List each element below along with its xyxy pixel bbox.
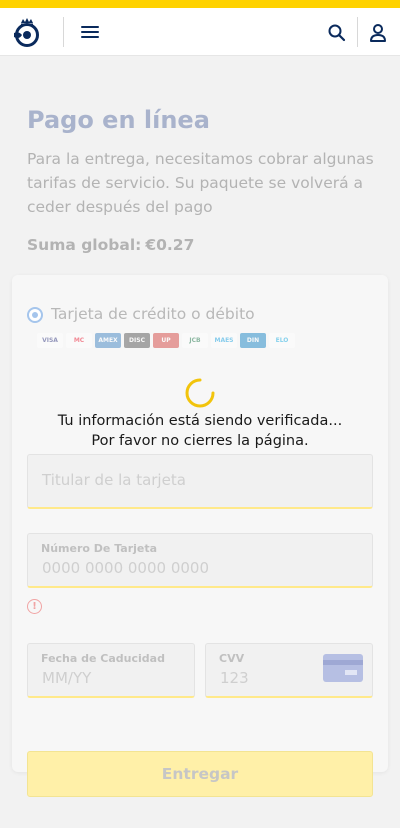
menu-button[interactable] (78, 22, 102, 42)
unionpay-logo-icon: UP (153, 333, 179, 348)
card-brands: VISA MC AMEX DISC UP JCB MAES DIN ELO (37, 333, 295, 348)
expiry-field[interactable]: Fecha de Caducidad MM/YY (27, 643, 195, 698)
discover-logo-icon: DISC (124, 333, 150, 348)
expiry-label: Fecha de Caducidad (41, 652, 165, 665)
verification-message: Tu información está siendo verificada...… (0, 411, 400, 451)
total-label: Suma global: (27, 236, 142, 254)
cardholder-field[interactable]: Titular de la tarjeta (27, 454, 373, 509)
maestro-logo-icon: MAES (211, 333, 237, 348)
cardholder-placeholder: Titular de la tarjeta (42, 471, 186, 489)
cvv-card-icon (323, 654, 363, 682)
verification-message-line2: Por favor no cierres la página. (91, 433, 309, 449)
cvv-label: CVV (219, 652, 245, 665)
loading-spinner-icon (185, 378, 215, 408)
error-icon: ! (27, 599, 42, 614)
page-description: Para la entrega, necesitamos cobrar algu… (27, 150, 374, 216)
header-divider (63, 17, 64, 47)
search-icon[interactable] (326, 22, 348, 44)
payment-form: Tarjeta de crédito o débito VISA MC AMEX… (12, 275, 388, 797)
submit-button[interactable]: Entregar (27, 751, 373, 797)
top-accent-bar (0, 0, 400, 8)
site-header (0, 8, 400, 56)
cvv-placeholder: 123 (220, 669, 249, 687)
card-number-field[interactable]: Número De Tarjeta 0000 0000 0000 0000 (27, 533, 373, 588)
payment-method-radio[interactable] (27, 307, 43, 323)
total-value: €0.27 (145, 236, 195, 254)
amex-logo-icon: AMEX (95, 333, 121, 348)
card-number-placeholder: 0000 0000 0000 0000 (42, 559, 209, 577)
jcb-logo-icon: JCB (182, 333, 208, 348)
cvv-field[interactable]: CVV 123 (205, 643, 373, 698)
diners-logo-icon: DIN (240, 333, 266, 348)
verification-message-line1: Tu información está siendo verificada... (57, 413, 343, 429)
payment-method-label: Tarjeta de crédito o débito (51, 305, 255, 323)
mastercard-logo-icon: MC (66, 333, 92, 348)
total-amount: Suma global: €0.27 (27, 236, 194, 254)
card-number-label: Número De Tarjeta (41, 542, 158, 555)
header-divider (357, 17, 358, 47)
page-title: Pago en línea (27, 106, 210, 134)
user-icon[interactable] (367, 21, 389, 45)
expiry-placeholder: MM/YY (42, 669, 92, 687)
elo-logo-icon: ELO (269, 333, 295, 348)
correos-logo-icon[interactable] (10, 16, 44, 48)
visa-logo-icon: VISA (37, 333, 63, 348)
hamburger-menu-icon (81, 26, 99, 28)
